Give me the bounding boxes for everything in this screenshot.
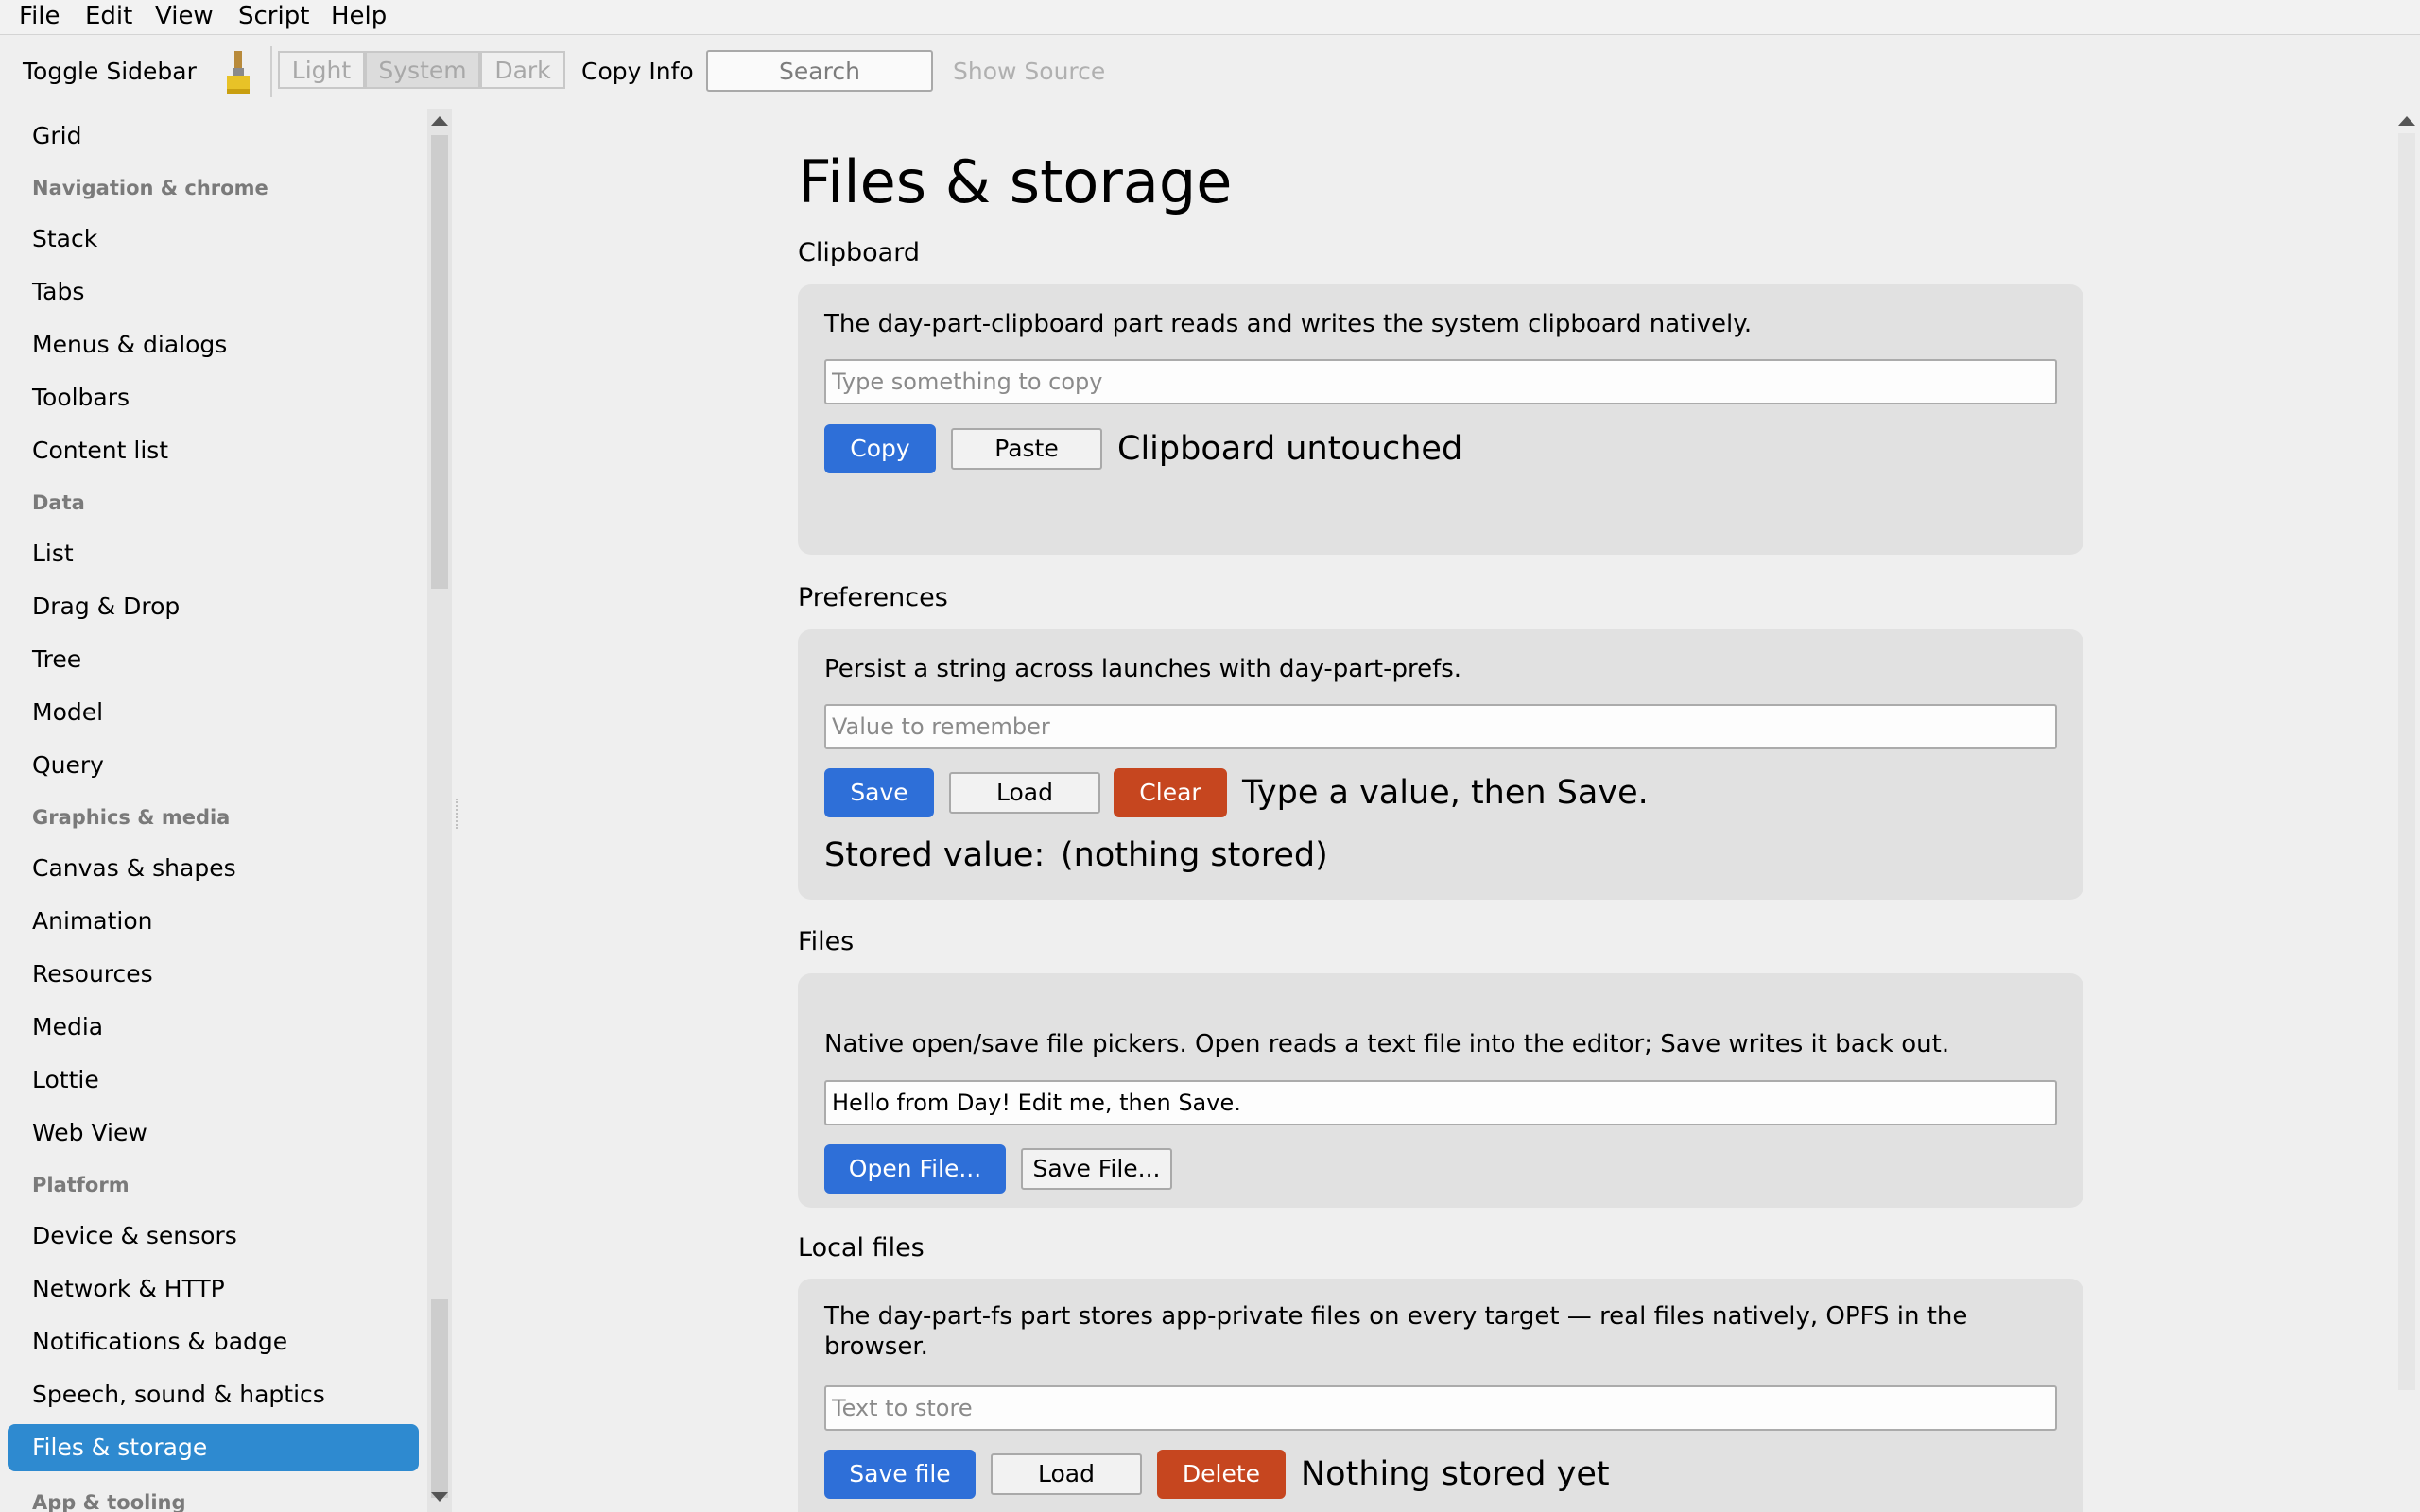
sidebar-header-app-tooling: App & tooling (32, 1491, 186, 1512)
theme-system-button[interactable]: System (365, 51, 480, 89)
sidebar-item-stack[interactable]: Stack (8, 215, 419, 263)
main-scroll-thumb[interactable] (2398, 133, 2415, 1390)
local-files-description: The day-part-fs part stores app-private … (824, 1302, 1968, 1361)
local-delete-button[interactable]: Delete (1157, 1450, 1286, 1499)
scroll-down-arrow-icon[interactable] (431, 1492, 448, 1502)
local-save-file-button[interactable]: Save file (824, 1450, 976, 1499)
preferences-input[interactable] (824, 704, 2057, 749)
theme-dark-button[interactable]: Dark (480, 51, 565, 89)
sidebar-scroll-track-segment (431, 1299, 448, 1498)
sidebar-header-graphics: Graphics & media (32, 806, 231, 829)
menu-view[interactable]: View (155, 0, 214, 32)
preferences-card: Persist a string across launches with da… (798, 629, 2083, 900)
preferences-status: Type a value, then Save. (1242, 774, 1649, 812)
paintbrush-icon[interactable] (221, 49, 255, 96)
preferences-save-button[interactable]: Save (824, 768, 934, 817)
section-title-preferences: Preferences (798, 583, 948, 612)
sidebar-item-tree[interactable]: Tree (8, 636, 419, 683)
main-scroll-up-arrow-icon[interactable] (2398, 116, 2415, 126)
sidebar-scrollbar[interactable] (427, 109, 452, 1512)
section-title-clipboard: Clipboard (798, 238, 920, 267)
sidebar-item-grid[interactable]: Grid (8, 112, 419, 160)
preferences-load-button[interactable]: Load (949, 772, 1100, 814)
local-files-card: The day-part-fs part stores app-private … (798, 1279, 2083, 1512)
sidebar-item-resources[interactable]: Resources (8, 951, 419, 998)
sidebar-item-network-http[interactable]: Network & HTTP (8, 1265, 419, 1313)
menu-file[interactable]: File (19, 0, 60, 32)
sidebar-item-list[interactable]: List (8, 530, 419, 577)
main-content: Files & storage Clipboard The day-part-c… (459, 109, 2388, 1512)
sidebar-item-menus-dialogs[interactable]: Menus & dialogs (8, 321, 419, 369)
sidebar: Grid Navigation & chrome Stack Tabs Menu… (0, 109, 427, 1512)
toolbar-separator (270, 46, 272, 97)
clipboard-input[interactable] (824, 359, 2057, 404)
local-files-input[interactable] (824, 1385, 2057, 1431)
stored-value-label: Stored value: (824, 836, 1046, 874)
sidebar-item-media[interactable]: Media (8, 1004, 419, 1051)
local-files-status: Nothing stored yet (1301, 1455, 1610, 1493)
toolbar: Toggle Sidebar Light System Dark Copy In… (0, 35, 2420, 109)
save-file-button[interactable]: Save File... (1021, 1148, 1172, 1190)
menu-script[interactable]: Script (238, 0, 309, 32)
clipboard-card: The day-part-clipboard part reads and wr… (798, 284, 2083, 555)
sidebar-header-navigation: Navigation & chrome (32, 177, 268, 199)
sidebar-item-device-sensors[interactable]: Device & sensors (8, 1212, 419, 1260)
copy-button[interactable]: Copy (824, 424, 936, 473)
section-title-files: Files (798, 927, 855, 956)
sidebar-item-canvas-shapes[interactable]: Canvas & shapes (8, 845, 419, 892)
main-scrollbar[interactable] (2394, 109, 2420, 1512)
sidebar-item-speech-sound-haptics[interactable]: Speech, sound & haptics (8, 1371, 419, 1418)
sidebar-item-animation[interactable]: Animation (8, 898, 419, 945)
sidebar-item-query[interactable]: Query (8, 742, 419, 789)
paste-button[interactable]: Paste (951, 428, 1102, 470)
toggle-sidebar-button[interactable]: Toggle Sidebar (23, 54, 197, 90)
show-source-button[interactable]: Show Source (953, 54, 1105, 90)
local-load-button[interactable]: Load (991, 1453, 1142, 1495)
sidebar-item-web-view[interactable]: Web View (8, 1109, 419, 1157)
theme-light-button[interactable]: Light (278, 51, 365, 89)
sidebar-item-toolbars[interactable]: Toolbars (8, 374, 419, 421)
menu-edit[interactable]: Edit (85, 0, 132, 32)
sidebar-header-platform: Platform (32, 1174, 130, 1196)
files-card: Native open/save file pickers. Open read… (798, 973, 2083, 1208)
preferences-clear-button[interactable]: Clear (1114, 768, 1227, 817)
preferences-description: Persist a string across launches with da… (824, 655, 1462, 683)
sidebar-scroll-thumb[interactable] (431, 135, 448, 589)
copy-info-button[interactable]: Copy Info (581, 54, 694, 90)
sidebar-item-tabs[interactable]: Tabs (8, 268, 419, 316)
sidebar-item-content-list[interactable]: Content list (8, 427, 419, 474)
sidebar-item-files-storage[interactable]: Files & storage (8, 1424, 419, 1471)
menu-help[interactable]: Help (331, 0, 387, 32)
clipboard-description: The day-part-clipboard part reads and wr… (824, 310, 1753, 338)
file-editor-input[interactable] (824, 1080, 2057, 1125)
sidebar-item-drag-drop[interactable]: Drag & Drop (8, 583, 419, 630)
search-input[interactable] (706, 50, 933, 92)
files-description: Native open/save file pickers. Open read… (824, 1030, 1950, 1058)
section-title-local-files: Local files (798, 1233, 925, 1263)
scroll-up-arrow-icon[interactable] (431, 116, 448, 126)
open-file-button[interactable]: Open File... (824, 1144, 1006, 1194)
sidebar-item-notifications-badge[interactable]: Notifications & badge (8, 1318, 419, 1366)
menubar: File Edit View Script Help (0, 0, 2420, 35)
page-title: Files & storage (798, 147, 1233, 216)
sidebar-header-data: Data (32, 491, 85, 514)
stored-value: (nothing stored) (1061, 836, 1328, 874)
sidebar-item-model[interactable]: Model (8, 689, 419, 736)
clipboard-status: Clipboard untouched (1117, 430, 1463, 468)
sidebar-item-lottie[interactable]: Lottie (8, 1057, 419, 1104)
